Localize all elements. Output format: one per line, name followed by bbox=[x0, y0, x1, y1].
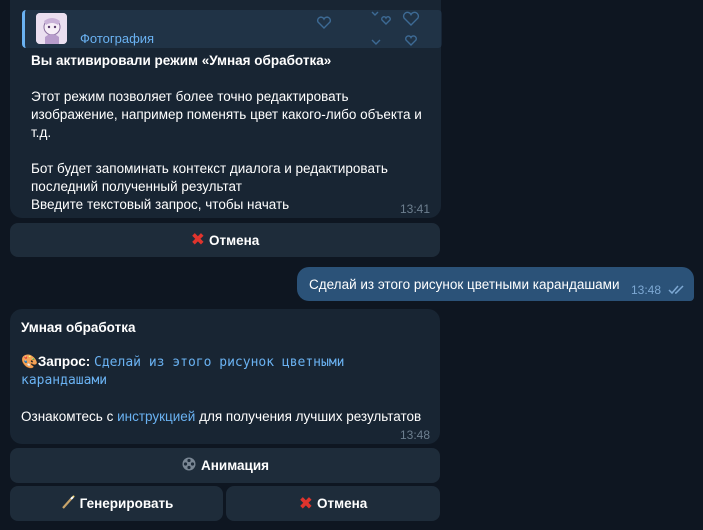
query-line: 🎨Запрос: Сделай из этого рисунок цветным… bbox=[21, 353, 344, 372]
message-text: изображение, например поменять цвет како… bbox=[31, 107, 422, 122]
double-check-icon bbox=[668, 285, 684, 295]
query-text[interactable]: Сделай из этого рисунок цветными bbox=[94, 355, 344, 370]
animation-button[interactable]: Анимация bbox=[10, 448, 440, 483]
red-x-icon: ✖ bbox=[298, 493, 313, 513]
generate-button[interactable]: Генерировать bbox=[10, 486, 223, 521]
message-text: Введите текстовый запрос, чтобы начать bbox=[31, 197, 290, 212]
bot-message-mode-activated: Фотография Вы активировали режим «Умная … bbox=[10, 0, 442, 218]
user-message: Сделай из этого рисунок цветными каранда… bbox=[297, 267, 694, 301]
message-text: Этот режим позволяет более точно редакти… bbox=[31, 89, 349, 104]
hint-after: для получения лучших результатов bbox=[195, 409, 422, 424]
bot-message-smart-processing: Умная обработка 🎨Запрос: Сделай из этого… bbox=[10, 309, 440, 444]
hearts-pattern-icon bbox=[316, 11, 420, 46]
hint-text: Ознакомтесь с инструкцией для получения … bbox=[21, 408, 421, 426]
message-text: т.д. bbox=[31, 125, 52, 140]
cancel-button[interactable]: ✖ Отмена bbox=[226, 486, 440, 521]
user-message-text: Сделай из этого рисунок цветными каранда… bbox=[309, 277, 620, 292]
message-text: последний полученный результат bbox=[31, 179, 242, 194]
magic-wand-icon bbox=[60, 494, 76, 513]
palette-icon: 🎨 bbox=[21, 354, 38, 369]
film-reel-icon bbox=[181, 456, 197, 475]
red-x-icon: ✖ bbox=[190, 230, 205, 249]
photo-thumbnail bbox=[36, 13, 67, 44]
instruction-link[interactable]: инструкцией bbox=[117, 409, 195, 424]
message-time: 13:41 bbox=[400, 202, 431, 216]
message-time: 13:48 bbox=[631, 283, 662, 297]
message-title: Вы активировали режим «Умная обработка» bbox=[31, 53, 332, 68]
cancel-button-label: Отмена bbox=[316, 496, 368, 511]
message-title: Умная обработка bbox=[21, 320, 136, 335]
query-label: Запрос: bbox=[37, 354, 91, 369]
cancel-button[interactable]: ✖ Отмена bbox=[10, 223, 440, 257]
reply-preview[interactable]: Фотография bbox=[22, 10, 442, 48]
animation-button-label: Анимация bbox=[201, 458, 269, 473]
message-time: 13:48 bbox=[400, 428, 431, 442]
generate-button-label: Генерировать bbox=[79, 496, 174, 511]
hint-before: Ознакомтесь с bbox=[21, 409, 118, 424]
cancel-button-label: Отмена bbox=[208, 232, 260, 248]
query-text[interactable]: карандашами bbox=[21, 372, 107, 390]
message-text: Бот будет запоминать контекст диалога и … bbox=[31, 161, 388, 176]
reply-label: Фотография bbox=[80, 31, 155, 46]
